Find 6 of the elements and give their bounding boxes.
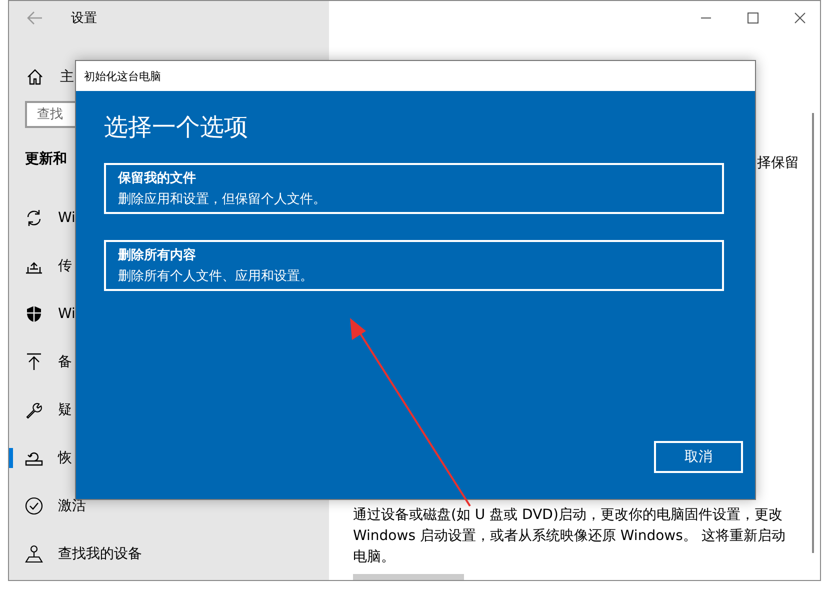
dialog-title: 初始化这台电脑 <box>84 68 161 84</box>
dialog-heading: 选择一个选项 <box>104 112 249 143</box>
section-heading: 更新和 <box>25 150 68 168</box>
body-text: 择保留 <box>757 154 799 172</box>
window-title: 设置 <box>71 10 97 27</box>
description-text: 通过设备或磁盘(如 U 盘或 DVD)启动，更改你的电脑固件设置，更改 Windows 启动设置，或者从系统映像还原 Windows。 这将重新启动电脑。 <box>353 506 786 567</box>
